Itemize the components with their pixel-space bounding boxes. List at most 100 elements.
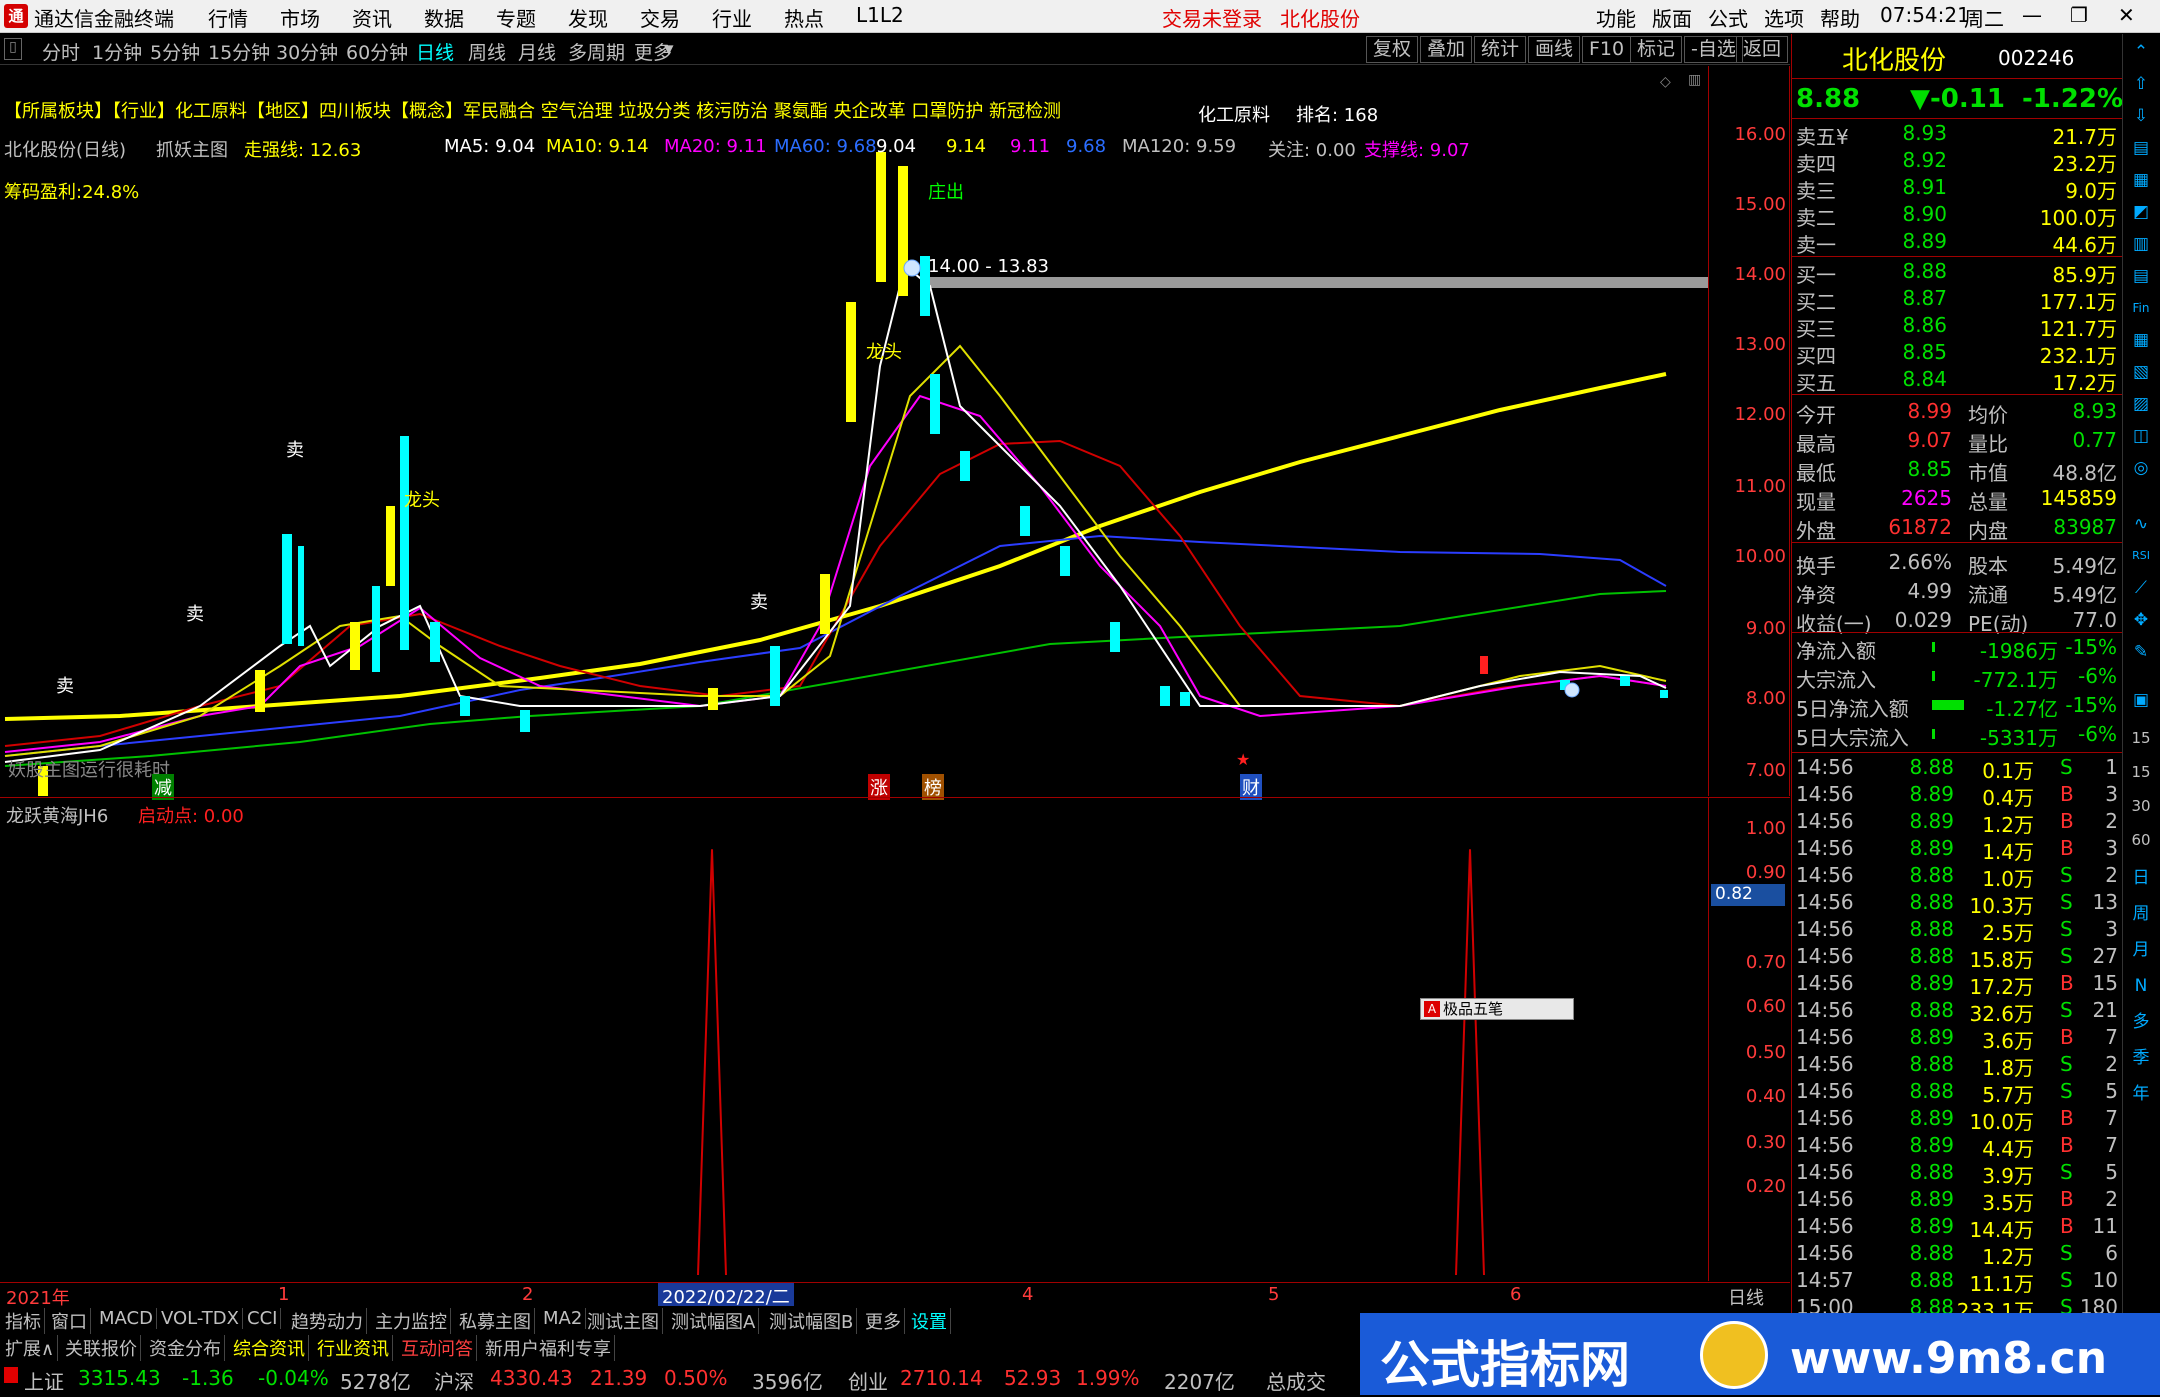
tab-settings[interactable]: 设置 xyxy=(908,1308,951,1334)
period-tab[interactable]: 15分钟 xyxy=(208,38,270,65)
stat-row[interactable]: 最低 8.85 市值 48.8亿 xyxy=(1792,456,2122,485)
tab-newuser[interactable]: 新用户福利专享 xyxy=(482,1335,615,1361)
tab-ma2[interactable]: MA2 xyxy=(540,1308,587,1329)
menu-item[interactable]: 帮助 xyxy=(1820,3,1860,32)
chevron-down-icon[interactable]: ▾ xyxy=(664,38,674,60)
toolbar-button[interactable]: 复权 xyxy=(1366,36,1419,63)
bars-icon[interactable]: ▥ xyxy=(2127,230,2155,258)
diamond-icon[interactable]: ◇ xyxy=(1660,74,1671,90)
toolbar-button[interactable]: 统计 xyxy=(1474,36,1527,63)
tab-trend[interactable]: 趋势动力 xyxy=(288,1308,367,1334)
tick-row[interactable]: 14:56 8.89 10.0万 B 7 xyxy=(1792,1105,2122,1134)
period-btn[interactable]: 日 xyxy=(2127,864,2155,892)
menu-item[interactable]: 热点 xyxy=(784,3,824,32)
stat-row[interactable]: 今开 8.99 均价 8.93 xyxy=(1792,398,2122,427)
arrow-up-icon[interactable]: ⇧ xyxy=(2127,70,2155,98)
period-tab[interactable]: 60分钟 xyxy=(346,38,408,65)
period-tab[interactable]: 1分钟 xyxy=(92,38,142,65)
tab-test-b[interactable]: 测试幅图B xyxy=(766,1308,858,1334)
chart-icon[interactable]: ◩ xyxy=(2127,198,2155,226)
doc-icon[interactable]: ▤ xyxy=(2127,134,2155,162)
kline-chart[interactable]: 北化股份(日线) 抓妖主图 走强线: 12.63 MA5: 9.04 MA10:… xyxy=(0,66,1790,800)
tick-row[interactable]: 14:56 8.88 1.2万 S 6 xyxy=(1792,1240,2122,1269)
menu-item[interactable]: 专题 xyxy=(496,3,536,32)
flow-row[interactable]: 净流入额 -1986万 -15% xyxy=(1792,634,2122,663)
tick-row[interactable]: 14:56 8.88 15.8万 S 27 xyxy=(1792,943,2122,972)
tab-vol[interactable]: VOL-TDX xyxy=(158,1308,243,1329)
tab-private[interactable]: 私募主图 xyxy=(456,1308,535,1334)
login-status[interactable]: 交易未登录 xyxy=(1162,3,1262,32)
window-icon[interactable]: ◫ xyxy=(2127,422,2155,450)
menu-item[interactable]: 行业 xyxy=(712,3,752,32)
tick-row[interactable]: 14:56 8.88 5.7万 S 5 xyxy=(1792,1078,2122,1107)
tick-row[interactable]: 14:56 8.89 4.4万 B 7 xyxy=(1792,1132,2122,1161)
tab-test-main[interactable]: 测试主图 xyxy=(584,1308,663,1334)
menu-item[interactable]: 交易 xyxy=(640,3,680,32)
ime-status-bar[interactable]: A 极品五笔 xyxy=(1420,998,1574,1020)
tab-related-quotes[interactable]: 关联报价 xyxy=(62,1335,141,1361)
ask-row[interactable]: 卖三 8.91 9.0万 xyxy=(1792,174,2122,203)
menu-item[interactable]: 行情 xyxy=(208,3,248,32)
period-1min[interactable]: 15 xyxy=(2127,724,2155,752)
calendar-icon[interactable]: ▣ xyxy=(2127,686,2155,714)
globe-icon[interactable]: ◎ xyxy=(2127,454,2155,482)
tab-indicator[interactable]: 指标 xyxy=(2,1308,45,1334)
tick-row[interactable]: 14:56 8.88 1.0万 S 2 xyxy=(1792,862,2122,891)
indicator-title[interactable]: 龙跃黄海JH6 xyxy=(6,802,108,828)
panel-toggle-icon[interactable]: ▥ xyxy=(1688,72,1701,88)
menu-item[interactable]: L1L2 xyxy=(856,3,904,27)
tick-row[interactable]: 14:56 8.89 1.2万 B 2 xyxy=(1792,808,2122,837)
toolbar-button[interactable]: 画线 xyxy=(1528,36,1581,63)
tick-row[interactable]: 14:56 8.88 3.9万 S 5 xyxy=(1792,1159,2122,1188)
line-icon[interactable]: ⟋ xyxy=(2127,574,2155,602)
menu-item[interactable]: 选项 xyxy=(1764,3,1804,32)
tick-row[interactable]: 14:57 8.88 11.1万 S 10 xyxy=(1792,1267,2122,1296)
toolbar-button[interactable]: 标记 xyxy=(1630,36,1683,63)
ask-row[interactable]: 卖一 8.89 44.6万 xyxy=(1792,228,2122,257)
list-icon[interactable]: ▤ xyxy=(2127,262,2155,290)
tab-fund-dist[interactable]: 资金分布 xyxy=(146,1335,225,1361)
period-tab-selected[interactable]: 日线 xyxy=(416,38,454,65)
bid-row[interactable]: 买一 8.88 85.9万 xyxy=(1792,258,2122,287)
period-btn[interactable]: N xyxy=(2127,972,2155,1000)
tick-row[interactable]: 14:56 8.89 3.6万 B 7 xyxy=(1792,1024,2122,1053)
menu-item[interactable]: 市场 xyxy=(280,3,320,32)
tick-row[interactable]: 14:56 8.89 3.5万 B 2 xyxy=(1792,1186,2122,1215)
menu-item[interactable]: 资讯 xyxy=(352,3,392,32)
period-btn[interactable]: 60 xyxy=(2127,826,2155,854)
sh-label[interactable]: 上证 xyxy=(24,1366,64,1395)
period-tab[interactable]: 多周期 xyxy=(568,38,625,65)
pen-icon[interactable]: ✎ xyxy=(2127,638,2155,666)
flow-row[interactable]: 5日大宗流入 -5331万 -6% xyxy=(1792,721,2122,750)
move-icon[interactable]: ✥ xyxy=(2127,606,2155,634)
chevron-up-icon[interactable]: ⌃ xyxy=(2127,38,2155,66)
toolbar-button[interactable]: -自选 xyxy=(1684,36,1743,63)
restore-icon[interactable]: ❐ xyxy=(2070,3,2088,27)
tab-main-monitor[interactable]: 主力监控 xyxy=(372,1308,451,1334)
stat-row[interactable]: 现量 2625 总量 145859 xyxy=(1792,485,2122,514)
period-tab[interactable]: 分时 xyxy=(42,38,80,65)
period-tab[interactable]: 30分钟 xyxy=(276,38,338,65)
stat-row[interactable]: 外盘 61872 内盘 83987 xyxy=(1792,514,2122,543)
stat-row[interactable]: 收益(一) 0.029 PE(动) 77.0 xyxy=(1792,607,2122,636)
menu-item[interactable]: 版面 xyxy=(1652,3,1692,32)
period-btn[interactable]: 年 xyxy=(2127,1080,2155,1108)
tab-macd[interactable]: MACD xyxy=(96,1308,157,1329)
period-tab[interactable]: 月线 xyxy=(518,38,556,65)
tick-row[interactable]: 14:56 8.88 10.3万 S 13 xyxy=(1792,889,2122,918)
period-tab[interactable]: 周线 xyxy=(468,38,506,65)
menu-item[interactable]: 发现 xyxy=(568,3,608,32)
tick-row[interactable]: 14:56 8.88 2.5万 S 3 xyxy=(1792,916,2122,945)
main-indicator-name[interactable]: 抓妖主图 xyxy=(156,136,228,162)
tab-industry-news[interactable]: 行业资讯 xyxy=(314,1335,393,1361)
bid-row[interactable]: 买四 8.85 232.1万 xyxy=(1792,339,2122,368)
tab-test-a[interactable]: 测试幅图A xyxy=(668,1308,760,1334)
bid-row[interactable]: 买五 8.84 17.2万 xyxy=(1792,366,2122,395)
tick-row[interactable]: 14:56 8.89 0.4万 B 3 xyxy=(1792,781,2122,810)
menu-item[interactable]: 功能 xyxy=(1596,3,1636,32)
tick-row[interactable]: 14:56 8.89 17.2万 B 15 xyxy=(1792,970,2122,999)
tick-row[interactable]: 14:56 8.88 1.8万 S 2 xyxy=(1792,1051,2122,1080)
tick-row[interactable]: 14:56 8.89 1.4万 B 3 xyxy=(1792,835,2122,864)
period-btn[interactable]: 月 xyxy=(2127,936,2155,964)
menu-item[interactable]: 数据 xyxy=(424,3,464,32)
